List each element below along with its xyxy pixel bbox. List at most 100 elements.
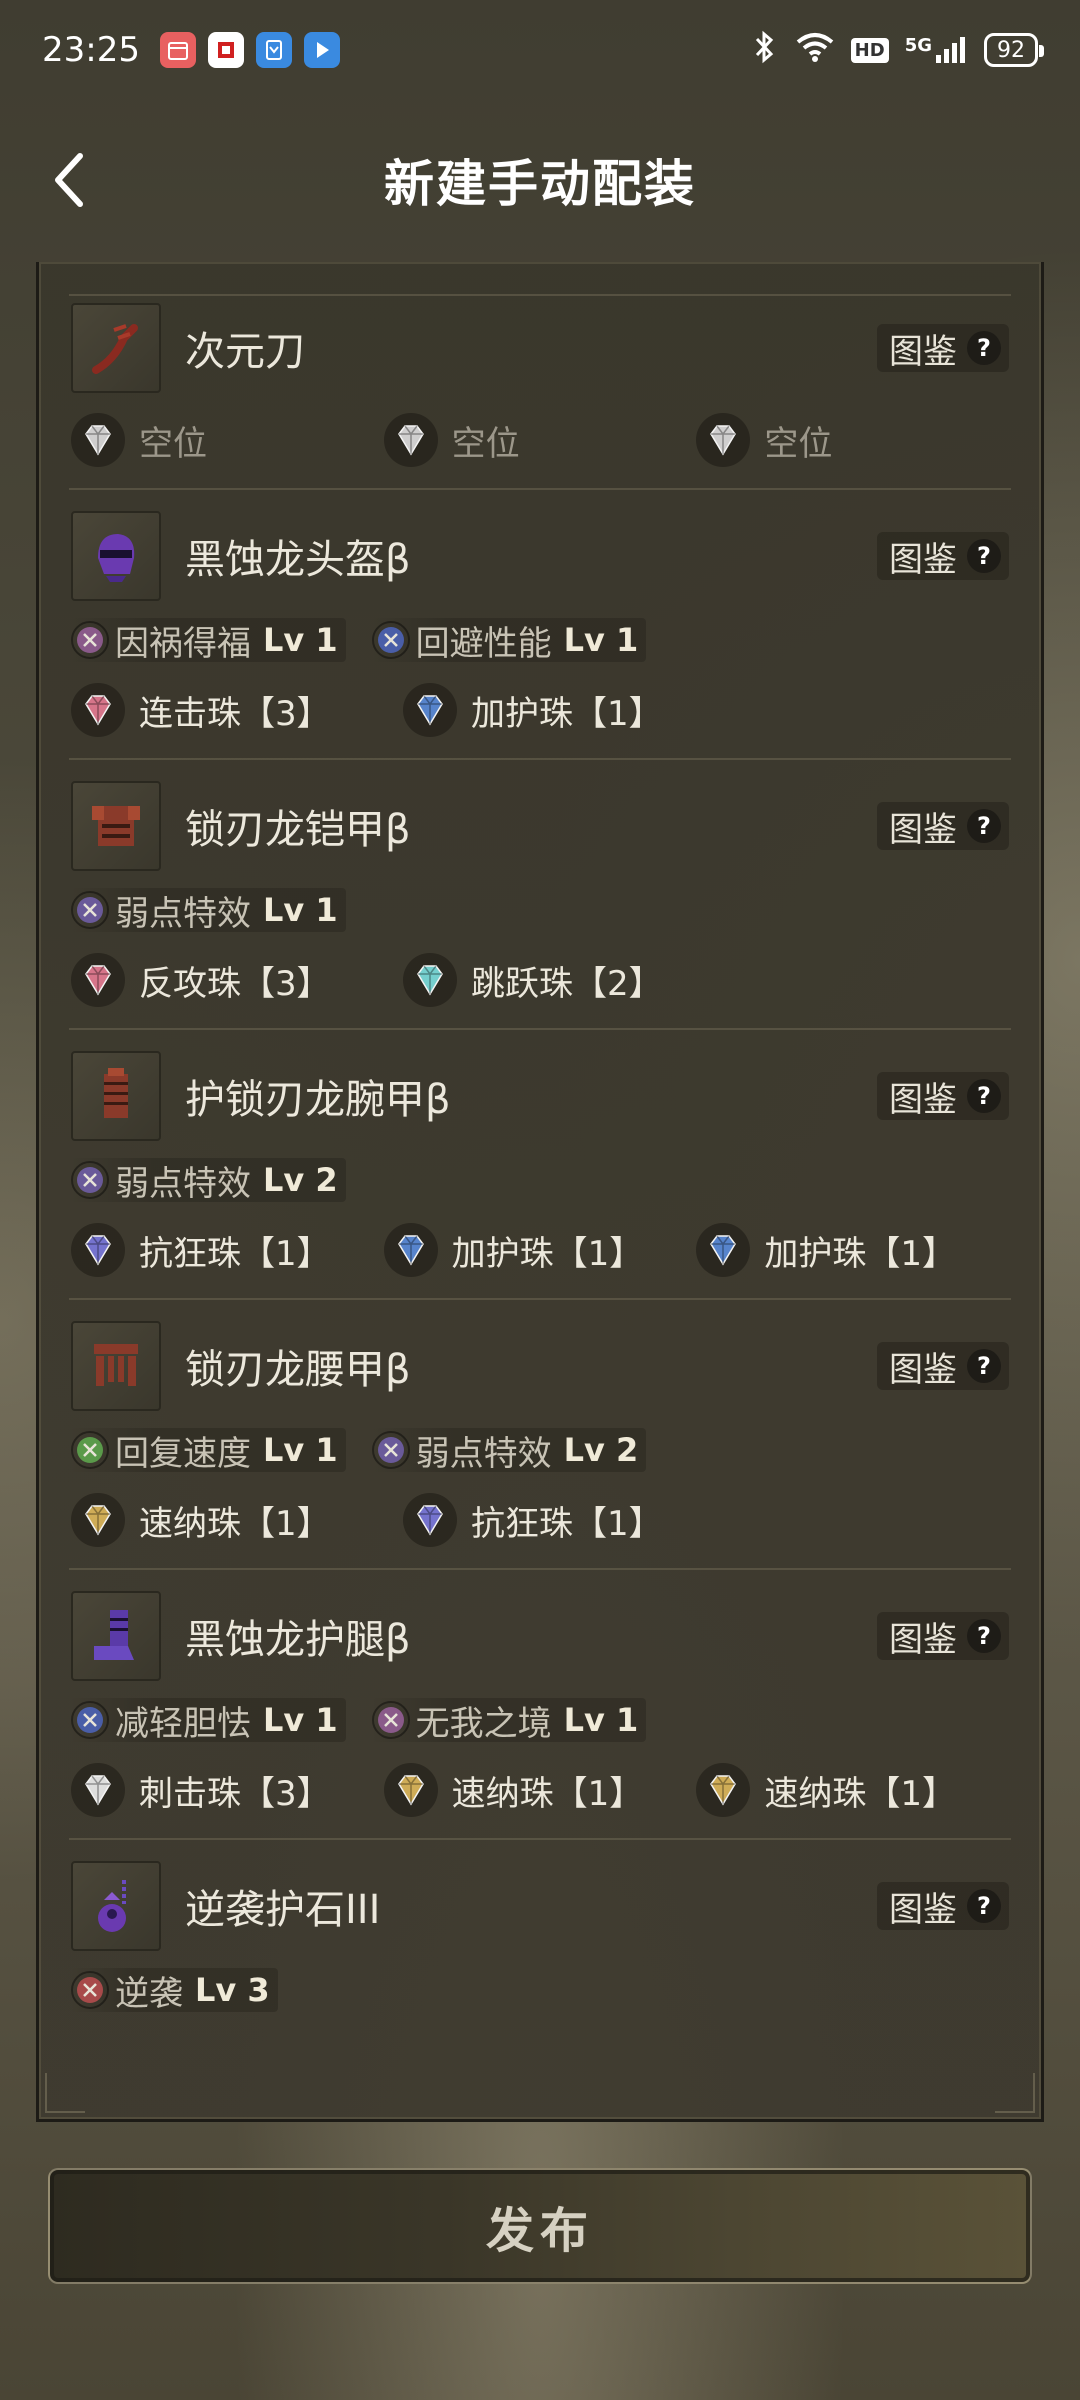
- help-icon: ?: [967, 331, 1001, 365]
- skill-chip: 无我之境 Lv 1: [371, 1698, 647, 1744]
- app-notification-icon-2: [255, 32, 292, 68]
- equipment-header: 次元刀 图鉴?: [71, 302, 1009, 394]
- dex-button[interactable]: 图鉴?: [877, 802, 1009, 850]
- decoration-label: 空位: [139, 423, 207, 464]
- divider: [69, 1838, 1011, 1840]
- status-bar: 23:25 HD 5G 92: [0, 0, 1080, 100]
- empty-decoration-slot[interactable]: 空位: [71, 413, 384, 467]
- help-icon: ?: [967, 539, 1001, 573]
- dex-button[interactable]: 图鉴?: [877, 532, 1009, 580]
- dex-button[interactable]: 图鉴?: [877, 324, 1009, 372]
- skill-chip: 弱点特效 Lv 2: [371, 1428, 647, 1474]
- dex-label: 图鉴: [889, 1889, 957, 1930]
- decoration-label: 加护珠【1】: [764, 1233, 956, 1274]
- jewel-icon: [696, 413, 751, 467]
- skill-icon: [71, 1701, 109, 1739]
- equipment-row[interactable]: 锁刃龙腰甲β 图鉴? 回复速度 Lv 1 弱点特效 Lv 2 速纳珠【1】 抗狂珠【1】: [71, 1320, 1009, 1548]
- decoration-slot[interactable]: 抗狂珠【1】: [403, 1493, 735, 1547]
- decoration-slot[interactable]: 跳跃珠【2】: [403, 953, 735, 1007]
- skill-level: Lv 1: [263, 1431, 338, 1469]
- decoration-slot[interactable]: 刺击珠【3】: [71, 1763, 384, 1817]
- dex-button[interactable]: 图鉴?: [877, 1882, 1009, 1930]
- chevron-left-icon: [55, 153, 83, 207]
- decoration-label: 抗狂珠【1】: [139, 1233, 331, 1274]
- equipment-row[interactable]: 次元刀 图鉴? 空位 空位 空位: [71, 302, 1009, 468]
- loadout-panel: 次元刀 图鉴? 空位 空位 空位黑蚀龙头盔β 图鉴? 因祸得福 Lv 1 回避性能 Lv 1 连击珠…: [36, 262, 1044, 2122]
- decoration-label: 速纳珠【1】: [139, 1503, 331, 1544]
- decoration-label: 速纳珠【1】: [764, 1773, 956, 1814]
- skill-name: 回复速度: [115, 1433, 251, 1474]
- jewel-icon: [403, 683, 457, 737]
- decoration-slots: 连击珠【3】 加护珠【1】: [71, 682, 1009, 738]
- equipment-name: 黑蚀龙头盔β: [185, 537, 411, 583]
- status-indicators: HD 5G 92: [751, 30, 1044, 71]
- help-icon: ?: [967, 1349, 1001, 1383]
- decoration-label: 空位: [764, 423, 833, 464]
- decoration-slots: 空位 空位 空位: [71, 412, 1009, 468]
- cell-signal-icon: 5G: [905, 35, 968, 65]
- skill-name: 弱点特效: [115, 893, 251, 934]
- publish-label: 发布: [485, 2203, 594, 2259]
- equipment-row[interactable]: 黑蚀龙护腿β 图鉴? 减轻胆怯 Lv 1 无我之境 Lv 1 刺击珠【3】 速纳珠【1】 速纳珠…: [71, 1590, 1009, 1818]
- decoration-slots: 刺击珠【3】 速纳珠【1】 速纳珠【1】: [71, 1762, 1009, 1818]
- greaves-icon: [71, 1591, 161, 1681]
- jewel-icon: [383, 413, 438, 467]
- dex-button[interactable]: 图鉴?: [877, 1612, 1009, 1660]
- status-time: 23:25: [42, 30, 140, 70]
- gauntlet-icon: [71, 1051, 161, 1141]
- dex-button[interactable]: 图鉴?: [877, 1072, 1009, 1120]
- decoration-slot[interactable]: 加护珠【1】: [696, 1223, 1009, 1277]
- bluetooth-icon: [751, 30, 779, 71]
- skill-icon: [71, 1431, 109, 1469]
- decoration-slot[interactable]: 加护珠【1】: [383, 1223, 697, 1277]
- equipment-row[interactable]: 黑蚀龙头盔β 图鉴? 因祸得福 Lv 1 回避性能 Lv 1 连击珠【3】 加护珠【1】: [71, 510, 1009, 738]
- equipment-row[interactable]: 逆袭护石III 图鉴? 逆袭 Lv 3: [71, 1860, 1009, 2014]
- divider: [69, 1028, 1011, 1030]
- divider: [69, 488, 1011, 490]
- skill-level: Lv 1: [263, 1701, 338, 1739]
- app-header: 新建手动配装: [0, 100, 1080, 260]
- divider: [69, 1298, 1011, 1300]
- wifi-icon: [795, 31, 835, 70]
- empty-decoration-slot[interactable]: 空位: [383, 413, 697, 467]
- skill-chip: 减轻胆怯 Lv 1: [71, 1698, 346, 1744]
- decoration-slot[interactable]: 反攻珠【3】: [71, 953, 403, 1007]
- calendar-notification-icon: [159, 32, 196, 68]
- skill-level: Lv 1: [263, 621, 338, 659]
- equipment-name: 锁刃龙腰甲β: [185, 1347, 411, 1393]
- chest-armor-icon: [71, 781, 161, 871]
- decoration-label: 加护珠【1】: [471, 693, 663, 734]
- decoration-label: 空位: [451, 423, 520, 464]
- decoration-slot[interactable]: 连击珠【3】: [71, 683, 403, 737]
- skill-level: Lv 1: [263, 891, 338, 929]
- back-button[interactable]: [40, 150, 100, 210]
- equipment-row[interactable]: 护锁刃龙腕甲β 图鉴? 弱点特效 Lv 2 抗狂珠【1】 加护珠【1】 加护珠【1】: [71, 1050, 1009, 1278]
- skill-chip: 回避性能 Lv 1: [371, 618, 647, 664]
- jewel-icon: [71, 1763, 125, 1817]
- decoration-slot[interactable]: 速纳珠【1】: [71, 1493, 403, 1547]
- equipment-row[interactable]: 锁刃龙铠甲β 图鉴? 弱点特效 Lv 1 反攻珠【3】 跳跃珠【2】: [71, 780, 1009, 1008]
- skill-list: 因祸得福 Lv 1 回避性能 Lv 1: [71, 616, 1009, 664]
- jewel-icon: [71, 1223, 125, 1277]
- charm-icon: [71, 1861, 161, 1951]
- decoration-slot[interactable]: 速纳珠【1】: [696, 1763, 1009, 1817]
- panel-corner-ornament: [45, 2073, 85, 2113]
- dex-label: 图鉴: [889, 1349, 957, 1390]
- equipment-name: 黑蚀龙护腿β: [185, 1617, 411, 1663]
- equipment-name: 逆袭护石III: [185, 1887, 381, 1933]
- jewel-icon: [383, 1223, 438, 1277]
- waist-armor-icon: [71, 1321, 161, 1411]
- skill-chip: 因祸得福 Lv 1: [71, 618, 346, 664]
- empty-decoration-slot[interactable]: 空位: [696, 413, 1009, 467]
- decoration-slot[interactable]: 抗狂珠【1】: [71, 1223, 384, 1277]
- jewel-icon: [71, 413, 125, 467]
- decoration-slot[interactable]: 速纳珠【1】: [383, 1763, 697, 1817]
- publish-button[interactable]: 发布: [48, 2168, 1032, 2284]
- skill-name: 无我之境: [415, 1703, 552, 1744]
- skill-chip: 弱点特效 Lv 1: [71, 888, 346, 934]
- dex-button[interactable]: 图鉴?: [877, 1342, 1009, 1390]
- decoration-slot[interactable]: 加护珠【1】: [403, 683, 735, 737]
- decoration-label: 加护珠【1】: [451, 1233, 644, 1274]
- skill-chip: 弱点特效 Lv 2: [71, 1158, 346, 1204]
- skill-icon: [71, 1161, 109, 1199]
